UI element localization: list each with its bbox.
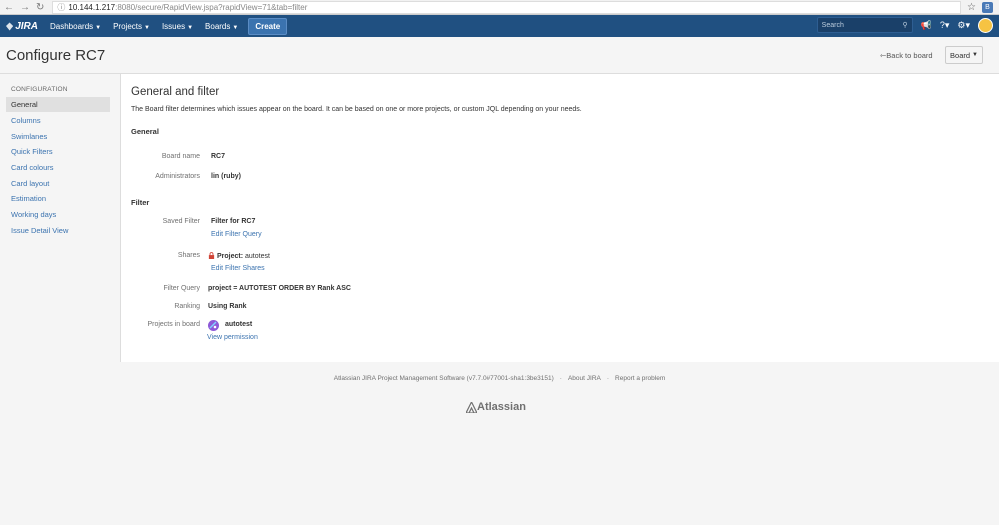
chevron-down-icon: ▼ (187, 24, 194, 31)
atlassian-logo-text: Atlassian (477, 401, 526, 413)
chevron-down-icon: ▼ (95, 24, 102, 31)
search-placeholder: Search (821, 21, 844, 29)
header-nav: Dashboards ▼ Projects ▼ Issues ▼ Boards ▼ Cr… (44, 17, 288, 35)
view-permission-link[interactable]: View permission (207, 334, 258, 341)
browser-toolbar: ← → ↻ ⓘ 10.144.1.217:8080/secure/RapidVi… (0, 0, 999, 15)
star-icon[interactable]: ☆ (967, 2, 976, 13)
url-path: :8080/secure/RapidView.jspa?rapidView=71… (115, 2, 308, 12)
extension-icon[interactable]: B (982, 1, 993, 13)
search-icon: ⚲ (902, 22, 908, 29)
sidebar-heading: CONFIGURATION (11, 86, 68, 93)
chevron-down-icon: ▼ (232, 24, 239, 31)
atlassian-logo[interactable]: Atlassian (466, 401, 526, 413)
ranking-value: Using Rank (208, 303, 247, 310)
help-icon[interactable]: ?▾ (940, 20, 950, 31)
sidebar-item-columns[interactable]: Columns (6, 113, 110, 128)
board-button[interactable]: Board ▼ (945, 46, 983, 64)
shares-project: autotest (245, 253, 270, 260)
general-heading: General (131, 127, 159, 136)
nav-label: Issues (161, 21, 186, 31)
jira-logo[interactable]: JIRA (6, 21, 38, 32)
shares-label: Shares (177, 252, 200, 259)
sidebar-item-working-days[interactable]: Working days (6, 207, 110, 222)
jira-logo-text: JIRA (15, 20, 38, 32)
projects-in-board-label: Projects in board (147, 321, 200, 328)
saved-filter-label: Saved Filter (162, 218, 200, 225)
page-footer: Atlassian JIRA Project Management Softwa… (0, 363, 999, 525)
sidebar-item-estimation[interactable]: Estimation (6, 191, 110, 206)
user-avatar[interactable] (978, 17, 993, 33)
lock-icon (208, 252, 215, 259)
atlassian-logo-icon (466, 401, 477, 413)
project-name: autotest (225, 321, 253, 328)
search-input[interactable]: Search ⚲ (816, 17, 913, 33)
shares-value: Project: autotest (208, 252, 270, 260)
jira-logo-icon (6, 21, 14, 31)
nav-projects[interactable]: Projects ▼ (107, 22, 156, 31)
nav-label: Boards (205, 21, 231, 31)
project-avatar-icon (208, 320, 219, 331)
edit-filter-shares-link[interactable]: Edit Filter Shares (211, 265, 265, 272)
edit-filter-query-link[interactable]: Edit Filter Query (211, 231, 262, 238)
chevron-down-icon: ▼ (144, 24, 150, 31)
nav-label: Dashboards (50, 21, 94, 31)
back-to-board-link[interactable]: ⇽Back to board (880, 51, 933, 60)
sidebar-item-general[interactable]: General (6, 97, 110, 112)
forward-arrow-icon[interactable]: → (20, 2, 30, 13)
footer-report-link[interactable]: Report a problem (615, 375, 665, 382)
section-description: The Board filter determines which issues… (131, 106, 582, 113)
footer-separator: · (606, 375, 610, 382)
config-sidebar: CONFIGURATION General Columns Swimlanes … (0, 74, 121, 362)
board-name-label: Board name (161, 153, 200, 160)
shares-prefix: Project: (217, 253, 244, 260)
board-name-value: RC7 (211, 153, 226, 160)
footer-about-link[interactable]: About JIRA (568, 375, 601, 382)
administrators-value: lin (ruby) (211, 173, 241, 180)
footer-software-link[interactable]: Atlassian JIRA Project Management Softwa… (334, 375, 554, 382)
sidebar-item-swimlanes[interactable]: Swimlanes (6, 129, 110, 144)
sidebar-item-card-layout[interactable]: Card layout (6, 176, 110, 191)
filter-query-label: Filter Query (163, 285, 200, 292)
page-header: Configure RC7 ⇽Back to board Board ▼ (0, 37, 999, 74)
create-button[interactable]: Create (248, 17, 288, 35)
filter-heading: Filter (131, 198, 150, 207)
sidebar-item-card-colours[interactable]: Card colours (6, 160, 110, 175)
footer-separator: · (559, 375, 562, 382)
board-button-label: Board (950, 50, 971, 60)
ranking-label: Ranking (174, 303, 200, 310)
gear-icon[interactable]: ⚙▾ (957, 20, 970, 31)
section-title: General and filter (131, 86, 220, 98)
page-title: Configure RC7 (6, 47, 106, 64)
nav-issues[interactable]: Issues ▼ (156, 22, 199, 31)
browser-nav: ← → ↻ (4, 2, 44, 13)
back-arrow-icon[interactable]: ← (4, 2, 14, 13)
info-icon: ⓘ (57, 2, 66, 12)
reload-icon[interactable]: ↻ (36, 2, 44, 13)
sidebar-item-issue-detail-view[interactable]: Issue Detail View (6, 223, 110, 238)
sidebar-item-quick-filters[interactable]: Quick Filters (6, 144, 110, 159)
url-host: 10.144.1.217 (68, 2, 116, 12)
megaphone-icon[interactable]: 📢 (921, 20, 932, 31)
footer-links: Atlassian JIRA Project Management Softwa… (0, 375, 999, 382)
administrators-label: Administrators (155, 173, 200, 180)
chevron-down-icon: ▼ (972, 52, 978, 58)
main-content: General and filter The Board filter dete… (121, 74, 999, 362)
saved-filter-value: Filter for RC7 (211, 218, 256, 225)
nav-boards[interactable]: Boards ▼ (199, 22, 244, 31)
back-link-label: Back to board (886, 51, 933, 60)
address-bar[interactable]: ⓘ 10.144.1.217:8080/secure/RapidView.jsp… (52, 0, 962, 14)
filter-query-value: project = AUTOTEST ORDER BY Rank ASC (208, 285, 351, 292)
nav-label: Projects (113, 21, 142, 31)
jira-header: JIRA Dashboards ▼ Projects ▼ Issues ▼ Board… (0, 15, 999, 37)
nav-dashboards[interactable]: Dashboards ▼ (44, 22, 107, 31)
